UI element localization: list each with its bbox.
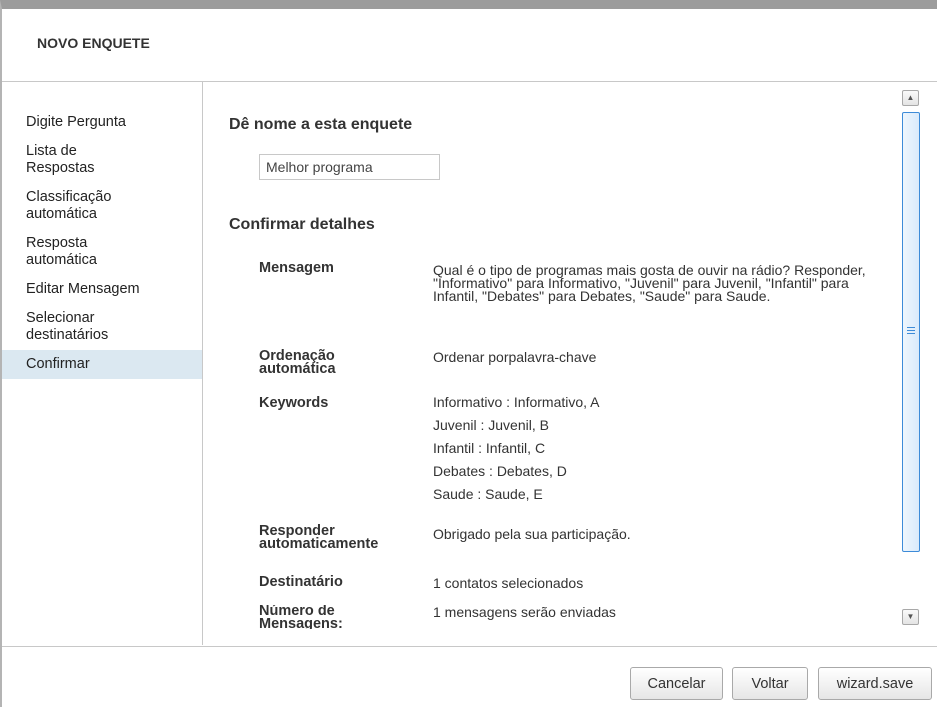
scroll-down-icon[interactable]: ▼: [902, 609, 919, 625]
keyword-item: Debates : Debates, D: [433, 463, 567, 479]
message-count-label: Número de Mensagens:: [259, 605, 343, 629]
step-lista-de-respostas[interactable]: Lista de Respostas: [2, 137, 150, 183]
content-scrollbar[interactable]: ▲ ▼: [901, 90, 921, 632]
keyword-item: Informativo : Informativo, A: [433, 394, 600, 410]
back-button[interactable]: Voltar: [732, 667, 808, 700]
recipient-value: 1 contatos selecionados: [433, 575, 584, 591]
wizard-content: Dê nome a esta enquete Confirmar detalhe…: [203, 82, 900, 645]
details-section-title: Confirmar detalhes: [229, 216, 375, 233]
dialog-title: NOVO ENQUETE: [37, 35, 150, 51]
message-label: Mensagem: [259, 260, 334, 276]
autoreply-value: Obrigado pela sua participação.: [433, 526, 631, 542]
keywords-label: Keywords: [259, 395, 329, 411]
recipient-label: Destinatário: [259, 574, 343, 590]
dialog-header: NOVO ENQUETE: [2, 9, 937, 82]
step-confirmar[interactable]: Confirmar: [2, 350, 202, 379]
wizard-dialog: NOVO ENQUETE Digite Pergunta Lista de Re…: [0, 0, 937, 707]
keyword-item: Saude : Saude, E: [433, 486, 543, 502]
cancel-button[interactable]: Cancelar: [630, 667, 723, 700]
scroll-up-icon[interactable]: ▲: [902, 90, 919, 106]
keyword-item: Infantil : Infantil, C: [433, 440, 546, 456]
sorting-label: Ordenação automática: [259, 348, 336, 377]
scroll-thumb[interactable]: [902, 112, 920, 552]
step-digite-pergunta[interactable]: Digite Pergunta: [2, 108, 202, 137]
step-selecionar-destinatarios[interactable]: Selecionar destinatários: [2, 304, 170, 350]
keywords-list: Informativo : Informativo, A Juvenil : J…: [433, 394, 873, 509]
autoreply-label: Responder automaticamente: [259, 523, 379, 552]
step-editar-mensagem[interactable]: Editar Mensagem: [2, 275, 202, 304]
dialog-footer: Cancelar Voltar wizard.save: [2, 646, 937, 717]
keyword-item: Juvenil : Juvenil, B: [433, 417, 549, 433]
wizard-steps-nav: Digite Pergunta Lista de Respostas Class…: [2, 108, 202, 379]
poll-name-input[interactable]: [259, 154, 440, 180]
wizard-steps-sidebar: Digite Pergunta Lista de Respostas Class…: [2, 82, 203, 645]
message-value: Qual é o tipo de programas mais gosta de…: [433, 262, 866, 304]
grip-icon: [907, 327, 915, 334]
name-section-title: Dê nome a esta enquete: [229, 116, 413, 133]
step-resposta-automatica[interactable]: Resposta automática: [2, 229, 150, 275]
message-count-value: 1 mensagens serão enviadas: [433, 604, 616, 620]
save-button[interactable]: wizard.save: [818, 667, 932, 700]
step-classificacao-automatica[interactable]: Classificação automática: [2, 183, 170, 229]
sorting-value: Ordenar porpalavra-chave: [433, 349, 597, 365]
